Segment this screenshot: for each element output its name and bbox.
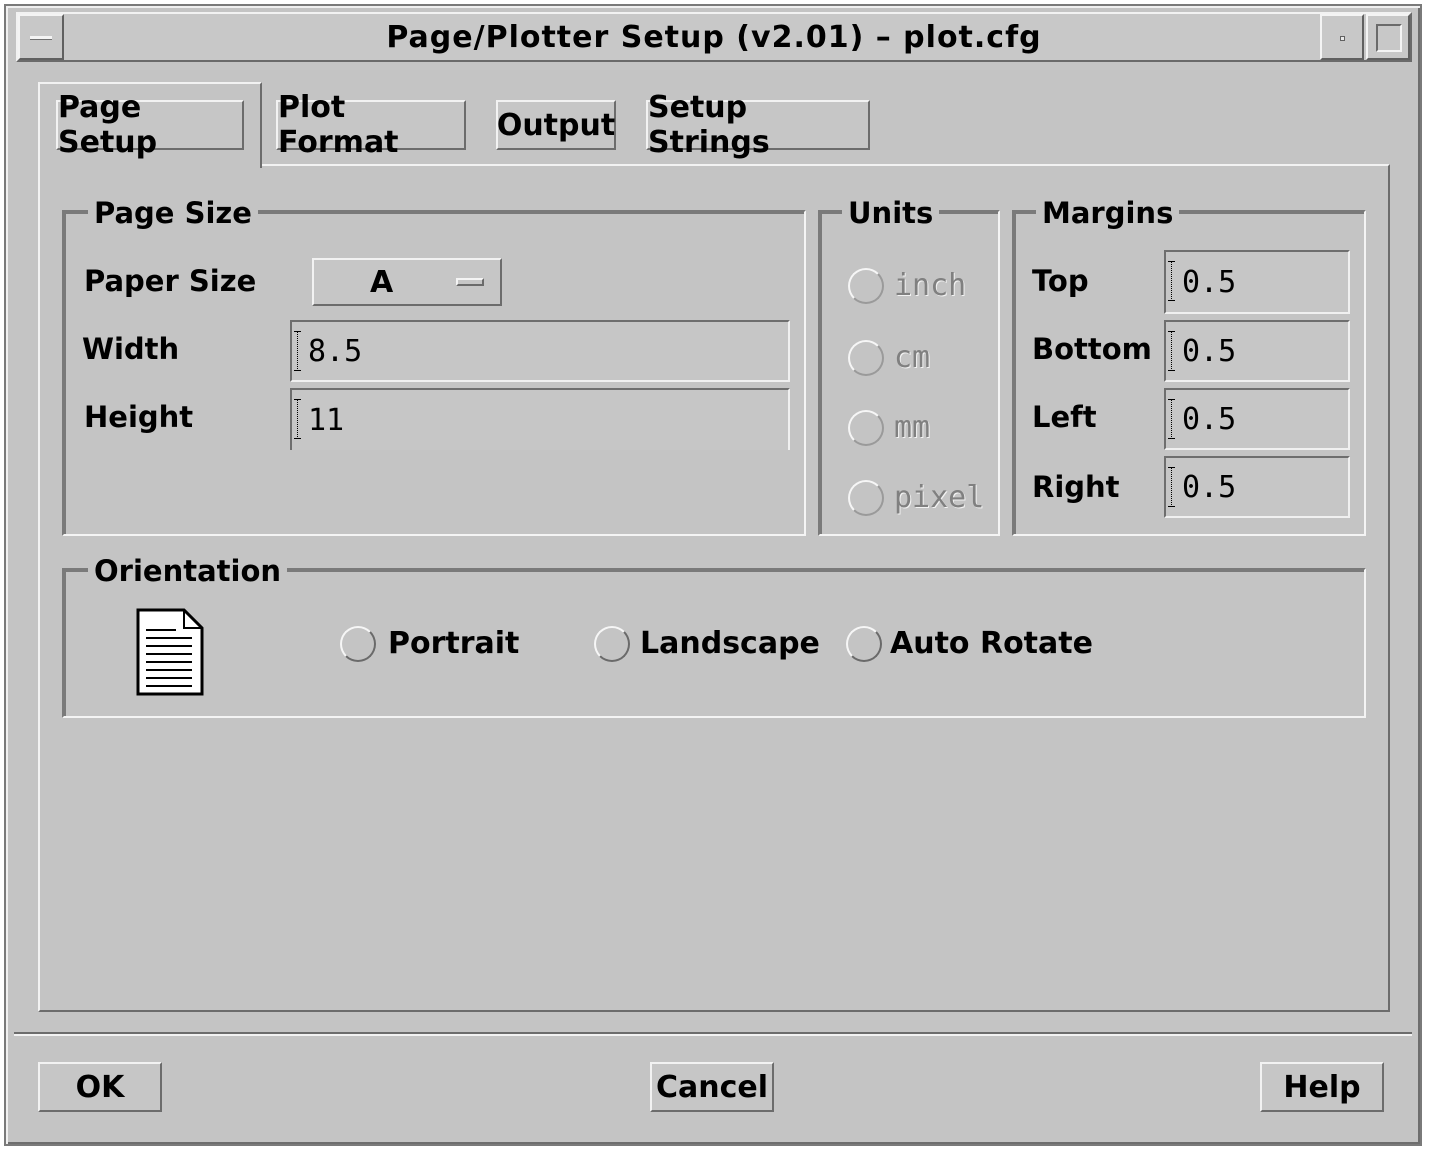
right-margin-input[interactable]: 0.5 [1164, 456, 1350, 518]
margins-legend: Margins [1036, 196, 1180, 230]
button-separator [14, 1032, 1412, 1036]
radio-landscape-label: Landscape [640, 626, 820, 661]
radio-inch[interactable] [848, 268, 884, 304]
top-margin-input[interactable]: 0.5 [1164, 250, 1350, 314]
title-bar[interactable]: Page/Plotter Setup (v2.01) – plot.cfg [16, 12, 1412, 62]
portrait-page-icon [136, 608, 204, 696]
width-value: 8.5 [308, 333, 363, 369]
left-margin-input[interactable]: 0.5 [1164, 388, 1350, 450]
height-value: 11 [308, 402, 345, 438]
bottom-margin-value: 0.5 [1182, 333, 1237, 369]
tab-page-setup[interactable]: Page Setup [56, 90, 244, 160]
units-legend: Units [842, 196, 940, 230]
paper-size-label: Paper Size [84, 264, 257, 298]
text-cursor-icon [1168, 399, 1178, 439]
maximize-icon [1376, 24, 1402, 52]
radio-cm-label: cm [894, 340, 931, 375]
tab-setup-strings[interactable]: Setup Strings [646, 90, 870, 160]
left-margin-value: 0.5 [1182, 401, 1237, 437]
minimize-button[interactable] [1320, 14, 1364, 60]
height-label: Height [84, 400, 194, 434]
radio-portrait-label: Portrait [388, 626, 520, 661]
bottom-margin-input[interactable]: 0.5 [1164, 320, 1350, 382]
orientation-legend: Orientation [88, 554, 288, 588]
window-menu-button[interactable] [18, 14, 64, 60]
window-title: Page/Plotter Setup (v2.01) – plot.cfg [386, 19, 1042, 55]
minimize-icon [1340, 36, 1345, 41]
radio-landscape[interactable] [594, 626, 630, 662]
top-margin-value: 0.5 [1182, 264, 1237, 300]
option-menu-indicator-icon [456, 278, 484, 286]
left-margin-label: Left [1032, 400, 1097, 434]
radio-auto-rotate-label: Auto Rotate [890, 626, 1093, 661]
radio-mm-label: mm [894, 410, 931, 445]
ok-button[interactable]: OK [38, 1062, 162, 1112]
text-cursor-icon [1168, 331, 1178, 371]
radio-mm[interactable] [848, 410, 884, 446]
paper-size-value: A [370, 265, 394, 300]
radio-pixel-label: pixel [894, 480, 985, 515]
width-input[interactable]: 8.5 [290, 320, 790, 382]
top-margin-label: Top [1032, 264, 1089, 298]
text-cursor-icon [294, 399, 304, 439]
radio-auto-rotate[interactable] [846, 626, 882, 662]
tab-plot-format[interactable]: Plot Format [276, 90, 466, 160]
text-cursor-icon [294, 331, 304, 371]
text-cursor-icon [1168, 261, 1178, 301]
help-button[interactable]: Help [1260, 1062, 1384, 1112]
width-label: Width [82, 332, 180, 366]
page-size-legend: Page Size [88, 196, 258, 230]
radio-portrait[interactable] [340, 626, 376, 662]
paper-size-dropdown[interactable]: A [312, 258, 502, 306]
radio-pixel[interactable] [848, 480, 884, 516]
right-margin-label: Right [1032, 470, 1120, 504]
text-cursor-icon [1168, 467, 1178, 507]
radio-inch-label: inch [894, 268, 967, 303]
cancel-button[interactable]: Cancel [650, 1062, 774, 1112]
radio-cm[interactable] [848, 340, 884, 376]
maximize-button[interactable] [1366, 14, 1410, 60]
bottom-margin-label: Bottom [1032, 332, 1152, 366]
window-menu-icon [30, 36, 52, 40]
tab-output[interactable]: Output [496, 100, 616, 150]
height-input[interactable]: 11 [290, 388, 790, 450]
right-margin-value: 0.5 [1182, 469, 1237, 505]
